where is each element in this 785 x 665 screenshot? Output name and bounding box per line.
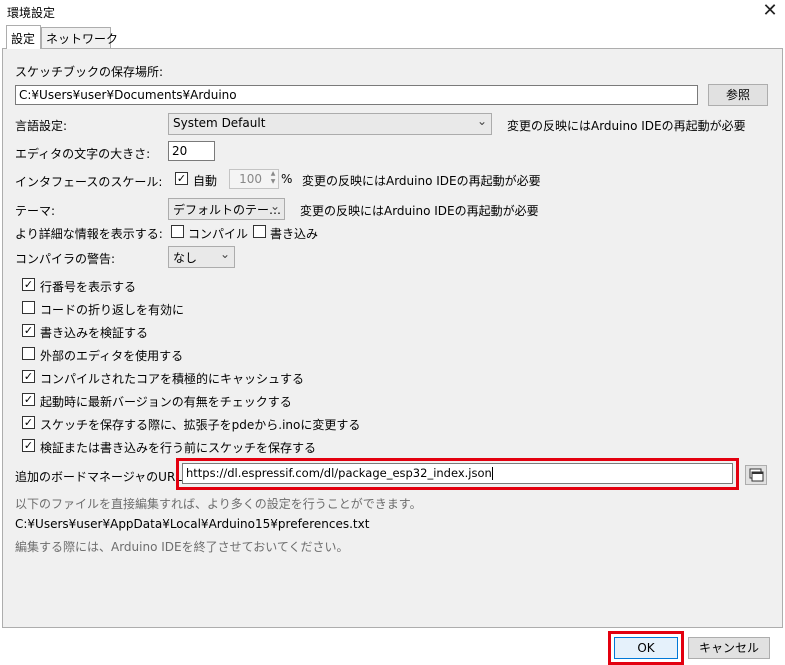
verbose-compile-checkbox[interactable] xyxy=(171,225,184,238)
board-manager-url-value: https://dl.espressif.com/dl/package_esp3… xyxy=(186,466,492,480)
option-label-check-updates: 起動時に最新バージョンの有無をチェックする xyxy=(40,395,292,409)
window-title: 環境設定 xyxy=(7,6,56,20)
option-checkbox-save-before-verify[interactable]: ✓ xyxy=(22,439,35,452)
chevron-down-icon: ⌄ xyxy=(219,247,230,261)
theme-note: 変更の反映にはArduino IDEの再起動が必要 xyxy=(300,204,539,218)
scale-auto-label: 自動 xyxy=(193,174,218,188)
verbose-upload-label: 書き込み xyxy=(270,227,319,241)
url-list-button[interactable] xyxy=(745,465,767,485)
option-label-external-editor: 外部のエディタを使用する xyxy=(40,349,184,363)
info-line-1: 以下のファイルを直接編集すれば、より多くの設定を行うことができます。 xyxy=(15,497,422,511)
font-size-input[interactable]: 20 xyxy=(168,141,215,161)
tab-network[interactable]: ネットワーク xyxy=(41,27,118,49)
warnings-value: なし xyxy=(173,251,198,265)
language-value: System Default xyxy=(173,116,266,130)
scale-label: インタフェースのスケール: xyxy=(15,175,163,189)
option-label-ino-extension: スケッチを保存する際に、拡張子をpdeから.inoに変更する xyxy=(40,418,361,432)
board-manager-label: 追加のボードマネージャのURL: xyxy=(15,470,187,484)
verbose-label: より詳細な情報を表示する: xyxy=(15,227,163,241)
option-label-code-folding: コードの折り返しを有効に xyxy=(40,303,185,317)
option-checkbox-cache-core[interactable]: ✓ xyxy=(22,370,35,383)
option-label-verify-upload: 書き込みを検証する xyxy=(40,326,149,340)
option-checkbox-verify-upload[interactable]: ✓ xyxy=(22,324,35,337)
scale-note: 変更の反映にはArduino IDEの再起動が必要 xyxy=(302,174,541,188)
theme-select[interactable]: デフォルトのテー… ⌄ xyxy=(168,198,285,220)
chevron-down-icon: ⌄ xyxy=(476,114,487,128)
warnings-select[interactable]: なし ⌄ xyxy=(168,246,235,268)
sketchbook-label: スケッチブックの保存場所: xyxy=(15,65,164,79)
preferences-path: C:¥Users¥user¥AppData¥Local¥Arduino15¥pr… xyxy=(15,517,370,531)
option-checkbox-ino-extension[interactable]: ✓ xyxy=(22,416,35,429)
scale-unit: % xyxy=(281,172,293,186)
close-icon[interactable]: ✕ xyxy=(758,0,782,22)
theme-label: テーマ: xyxy=(15,204,56,218)
window-list-icon xyxy=(749,468,764,482)
language-label: 言語設定: xyxy=(15,119,68,133)
board-manager-url-input[interactable]: https://dl.espressif.com/dl/package_esp3… xyxy=(182,463,733,484)
scale-auto-checkbox[interactable]: ✓ xyxy=(175,172,188,185)
option-checkbox-code-folding[interactable] xyxy=(22,301,35,314)
tab-settings[interactable]: 設定 xyxy=(6,25,41,49)
chevron-down-icon: ⌄ xyxy=(269,199,280,213)
option-checkbox-external-editor[interactable] xyxy=(22,347,35,360)
spinner-arrows-icon[interactable]: ▲ ▼ xyxy=(268,170,278,188)
ok-button[interactable]: OK xyxy=(614,637,678,659)
verbose-upload-checkbox[interactable] xyxy=(253,225,266,238)
theme-value: デフォルトのテー… xyxy=(173,203,282,217)
browse-button[interactable]: 参照 xyxy=(708,84,768,106)
language-select[interactable]: System Default ⌄ xyxy=(168,113,492,135)
option-label-save-before-verify: 検証または書き込みを行う前にスケッチを保存する xyxy=(40,441,317,455)
warnings-label: コンパイラの警告: xyxy=(15,252,116,266)
language-note: 変更の反映にはArduino IDEの再起動が必要 xyxy=(507,119,746,133)
font-size-label: エディタの文字の大きさ: xyxy=(15,147,151,161)
info-line-2: 編集する際には、Arduino IDEを終了させておいてください。 xyxy=(15,540,349,554)
option-label-line-numbers: 行番号を表示する xyxy=(40,280,137,294)
option-checkbox-line-numbers[interactable]: ✓ xyxy=(22,278,35,291)
text-cursor xyxy=(491,467,493,480)
sketchbook-path-input[interactable]: C:¥Users¥user¥Documents¥Arduino xyxy=(15,85,698,105)
option-label-cache-core: コンパイルされたコアを積極的にキャッシュする xyxy=(40,372,305,386)
option-checkbox-check-updates[interactable]: ✓ xyxy=(22,393,35,406)
verbose-compile-label: コンパイル xyxy=(188,227,249,241)
scale-value: 100 xyxy=(239,172,262,186)
cancel-button[interactable]: キャンセル xyxy=(688,637,770,659)
title-bar xyxy=(0,0,785,24)
